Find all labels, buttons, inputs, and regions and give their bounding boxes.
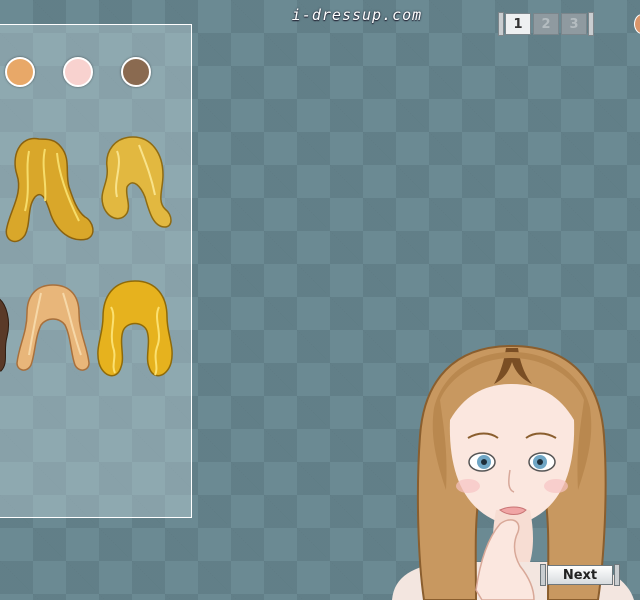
next-button[interactable]: Next	[540, 564, 620, 586]
hair-option-long-wavy[interactable]	[1, 131, 101, 249]
page-2-button[interactable]: 2	[533, 13, 559, 35]
next-cap-right	[614, 564, 620, 586]
skin-tone-swatch-3[interactable]	[121, 57, 151, 87]
pager-cap-right	[588, 12, 594, 36]
hair-option-short-curly[interactable]	[93, 131, 173, 235]
model-avatar	[392, 344, 634, 600]
option-dot[interactable]	[634, 14, 640, 34]
page-1-button[interactable]: 1	[505, 13, 531, 35]
brand-title: i-dressup.com	[291, 6, 423, 24]
next-cap-left	[540, 564, 546, 586]
pager-cap-left	[498, 12, 504, 36]
hair-option-long-curly[interactable]	[93, 277, 177, 383]
skin-tone-swatch-1[interactable]	[5, 57, 35, 87]
hair-option-straight-strawberry[interactable]	[11, 281, 95, 375]
next-button-label: Next	[547, 565, 613, 585]
skin-tone-swatch-2[interactable]	[63, 57, 93, 87]
page-3-button[interactable]: 3	[561, 13, 587, 35]
options-panel	[0, 24, 192, 518]
page-selector: 1 2 3	[498, 12, 594, 36]
